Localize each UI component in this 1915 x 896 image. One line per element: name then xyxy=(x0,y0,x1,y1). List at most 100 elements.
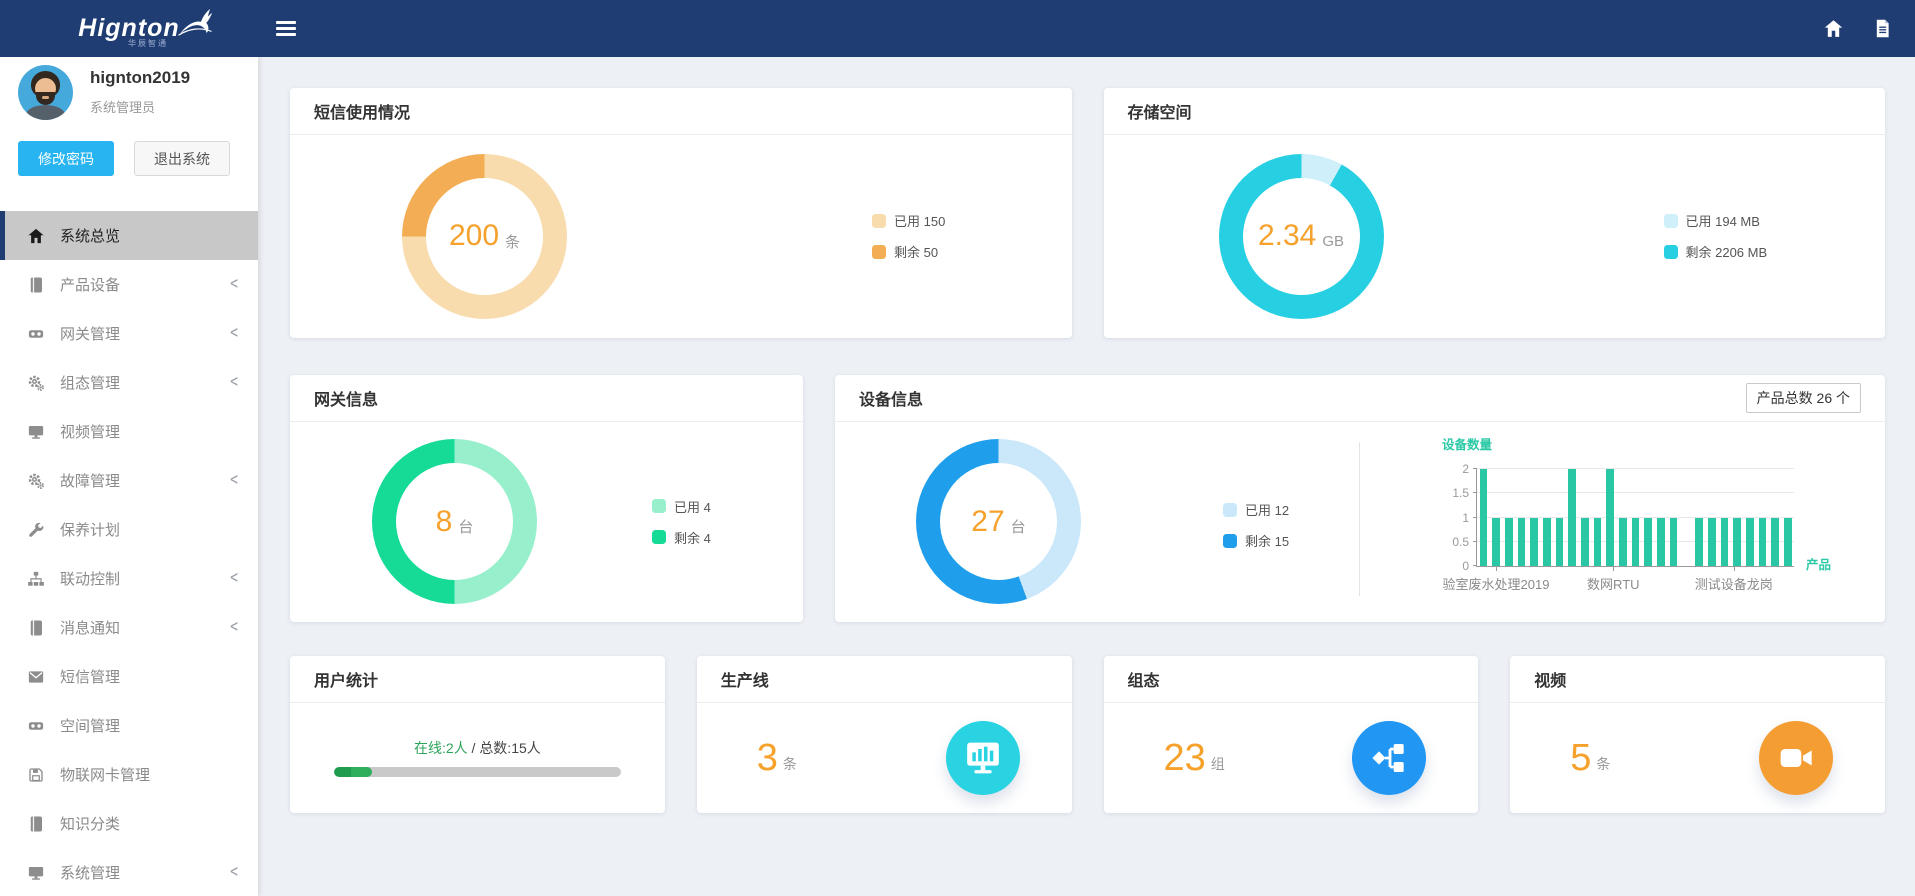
legend-item[interactable]: 已用 12 xyxy=(1223,500,1289,519)
vertical-divider xyxy=(1359,442,1360,596)
legend-item[interactable]: 已用 4 xyxy=(652,497,711,516)
binoculars-icon xyxy=(27,325,45,343)
sidebar-item-fault-mgmt[interactable]: 故障管理< xyxy=(0,456,258,505)
gateway-donut-chart[interactable]: 8 台 xyxy=(372,439,537,604)
bar-chart-x-axis-title: 产品 xyxy=(1806,554,1831,573)
chevron-left-icon: < xyxy=(230,470,238,490)
card-title: 网关信息 xyxy=(314,386,378,410)
bar[interactable] xyxy=(1632,518,1640,567)
bar[interactable] xyxy=(1543,518,1551,567)
legend-label: 已用 12 xyxy=(1245,500,1289,519)
sidebar-item-space-mgmt[interactable]: 空间管理 xyxy=(0,701,258,750)
legend-item[interactable]: 剩余 2206 MB xyxy=(1664,242,1768,261)
bar[interactable] xyxy=(1480,469,1488,566)
online-users-text: 在线:2人 / 总数:15人 xyxy=(414,738,541,758)
bar[interactable] xyxy=(1594,518,1602,567)
legend-item[interactable]: 剩余 15 xyxy=(1223,531,1289,550)
sidebar-item-label: 空间管理 xyxy=(60,715,120,736)
flow-diagram-icon[interactable] xyxy=(1352,721,1426,795)
sidebar-item-message-notify[interactable]: 消息通知< xyxy=(0,603,258,652)
chevron-left-icon: < xyxy=(230,323,238,343)
sidebar-item-label: 消息通知 xyxy=(60,617,120,638)
monitor-icon xyxy=(27,864,45,882)
storage-legend: 已用 194 MB 剩余 2206 MB xyxy=(1664,211,1768,261)
bar[interactable] xyxy=(1619,518,1627,567)
sidebar-item-scada-mgmt[interactable]: 组态管理< xyxy=(0,358,258,407)
bar[interactable] xyxy=(1759,518,1767,567)
bar[interactable] xyxy=(1530,518,1538,567)
sms-usage-card: 短信使用情况 200 条 已用 150 xyxy=(290,88,1072,338)
sidebar-item-sms-mgmt[interactable]: 短信管理 xyxy=(0,652,258,701)
bar[interactable] xyxy=(1556,518,1564,567)
gateway-legend: 已用 4 剩余 4 xyxy=(652,497,711,547)
change-password-button[interactable]: 修改密码 xyxy=(18,141,114,176)
legend-item[interactable]: 剩余 50 xyxy=(872,242,945,261)
sms-donut-chart[interactable]: 200 条 xyxy=(402,154,567,319)
avatar xyxy=(18,65,73,120)
bar[interactable] xyxy=(1505,518,1513,567)
device-count-bar-chart[interactable]: 设备数量 产品 00.511.52验室废水处理2019数网RTU测试设备龙岗 xyxy=(1420,434,1890,567)
video-camera-icon[interactable] xyxy=(1759,721,1833,795)
document-icon[interactable] xyxy=(1872,18,1893,39)
user-panel: hignton2019 系统管理员 修改密码 退出系统 xyxy=(0,57,258,211)
bar[interactable] xyxy=(1492,518,1500,567)
sidebar-item-video-mgmt[interactable]: 视频管理 xyxy=(0,407,258,456)
bar[interactable] xyxy=(1708,518,1716,567)
bar[interactable] xyxy=(1733,518,1741,567)
home-icon[interactable] xyxy=(1823,18,1844,39)
sidebar-item-system-mgmt[interactable]: 系统管理< xyxy=(0,848,258,896)
device-total-value: 27 xyxy=(971,505,1004,539)
bar-chart-y-axis-title: 设备数量 xyxy=(1442,434,1890,453)
bar[interactable] xyxy=(1771,518,1779,567)
storage-space-card: 存储空间 2.34 GB 已用 194 MB xyxy=(1104,88,1886,338)
legend-label: 已用 150 xyxy=(894,211,945,230)
storage-donut-chart[interactable]: 2.34 GB xyxy=(1219,154,1384,319)
legend-label: 剩余 15 xyxy=(1245,531,1289,550)
hamburger-icon[interactable] xyxy=(276,18,296,39)
logout-button[interactable]: 退出系统 xyxy=(134,141,230,176)
sidebar-item-system-overview[interactable]: 系统总览 xyxy=(0,211,258,260)
bar[interactable] xyxy=(1581,518,1589,567)
monitor-icon xyxy=(27,423,45,441)
legend-item[interactable]: 已用 194 MB xyxy=(1664,211,1768,230)
bar[interactable] xyxy=(1606,469,1614,566)
scada-unit: 组 xyxy=(1211,754,1225,774)
logo-subtitle: 华辰智通 xyxy=(128,38,168,49)
card-title: 用户统计 xyxy=(314,667,378,691)
bar[interactable] xyxy=(1670,518,1678,567)
legend-item[interactable]: 剩余 4 xyxy=(652,528,711,547)
sidebar-item-label: 视频管理 xyxy=(60,421,120,442)
legend-item[interactable]: 已用 150 xyxy=(872,211,945,230)
sidebar-item-product-devices[interactable]: 产品设备< xyxy=(0,260,258,309)
sms-total-unit: 条 xyxy=(505,231,520,252)
bar-series xyxy=(1477,469,1794,566)
bar[interactable] xyxy=(1721,518,1729,567)
sidebar-item-iot-card-mgmt[interactable]: 物联网卡管理 xyxy=(0,750,258,799)
sidebar-item-gateway-mgmt[interactable]: 网关管理< xyxy=(0,309,258,358)
bar[interactable] xyxy=(1518,518,1526,567)
bar[interactable] xyxy=(1657,518,1665,567)
product-total-button[interactable]: 产品总数 26 个 xyxy=(1746,383,1861,413)
navbar-actions xyxy=(1823,18,1893,39)
sidebar-item-maintenance-plan[interactable]: 保养计划 xyxy=(0,505,258,554)
monitor-chart-icon[interactable] xyxy=(946,721,1020,795)
bar[interactable] xyxy=(1568,469,1576,566)
user-stats-card: 用户统计 在线:2人 / 总数:15人 xyxy=(290,656,665,813)
scada-card: 组态 23 组 xyxy=(1104,656,1479,813)
bar[interactable] xyxy=(1695,518,1703,567)
device-info-card: 设备信息 产品总数 26 个 27 台 已用 12 xyxy=(835,375,1885,622)
device-donut-chart[interactable]: 27 台 xyxy=(916,439,1081,604)
x-axis-label: 验室废水处理2019 xyxy=(1443,574,1550,593)
sidebar-item-knowledge-class[interactable]: 知识分类 xyxy=(0,799,258,848)
sidebar-item-linkage-control[interactable]: 联动控制< xyxy=(0,554,258,603)
bar[interactable] xyxy=(1644,518,1652,567)
legend-label: 剩余 2206 MB xyxy=(1686,242,1768,261)
bar[interactable] xyxy=(1784,518,1792,567)
video-unit: 条 xyxy=(1596,754,1610,774)
progress-fill xyxy=(334,767,372,777)
bar[interactable] xyxy=(1746,518,1754,567)
sidebar-item-label: 知识分类 xyxy=(60,813,120,834)
sidebar-item-label: 组态管理 xyxy=(60,372,120,393)
sidebar-item-label: 产品设备 xyxy=(60,274,120,295)
main-content: 短信使用情况 200 条 已用 150 xyxy=(258,57,1915,896)
